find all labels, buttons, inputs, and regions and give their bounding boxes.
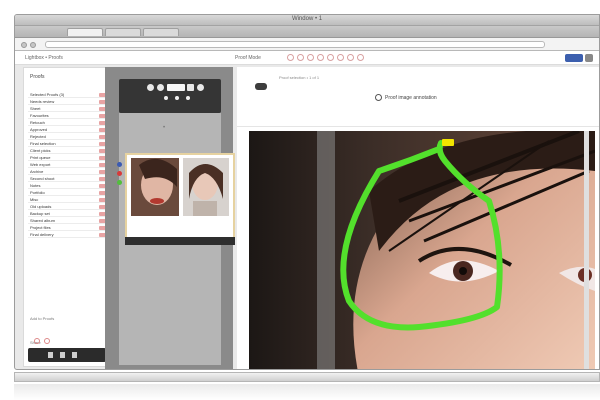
sidebar-title: Proofs <box>30 74 45 80</box>
eraser-icon[interactable] <box>337 54 344 61</box>
label-green-icon[interactable] <box>117 180 122 185</box>
window-reflection <box>14 384 600 400</box>
sidebar-item[interactable]: Sheet <box>28 106 108 112</box>
browser-tab[interactable] <box>105 28 141 36</box>
browser-window: Window • 1 Lightbox • Proofs Proof Mode <box>14 14 600 370</box>
annotation-highlight[interactable] <box>442 139 454 146</box>
sidebar-item[interactable]: Old uploads <box>28 204 108 210</box>
user-badge[interactable] <box>565 54 583 62</box>
viewer-header: Proof selection • 1 of 1 Proof image ann… <box>237 67 599 127</box>
back-button[interactable] <box>255 83 267 90</box>
settings-icon[interactable] <box>197 84 204 91</box>
sidebar-dock <box>28 348 106 362</box>
forward-icon[interactable] <box>30 42 36 48</box>
tab-bar <box>15 26 599 38</box>
app-header: Lightbox • Proofs Proof Mode <box>15 51 599 65</box>
sidebar-item[interactable]: Notes <box>28 183 108 189</box>
sidebar-item[interactable]: Project files <box>28 225 108 231</box>
thumbnail-caption-bar <box>125 237 235 245</box>
sidebar-item[interactable]: Needs review <box>28 99 108 105</box>
mail-icon[interactable] <box>34 338 40 344</box>
label-blue-icon[interactable] <box>117 162 122 167</box>
sidebar-item[interactable]: Retouch <box>28 120 108 126</box>
grid-icon[interactable] <box>157 84 164 91</box>
phone-icon[interactable] <box>48 352 53 358</box>
sidebar-item[interactable]: Favourites <box>28 113 108 119</box>
sidebar-item[interactable]: Rejected <box>28 134 108 140</box>
breadcrumb[interactable]: Lightbox • Proofs <box>25 55 63 61</box>
sidebar-item[interactable]: Client picks <box>28 148 108 154</box>
counter-pill[interactable] <box>167 84 185 91</box>
screen: Window • 1 Lightbox • Proofs Proof Mode <box>0 0 600 400</box>
sidebar-item[interactable]: Archive <box>28 169 108 175</box>
share-icon[interactable] <box>44 338 50 344</box>
sidebar-item[interactable]: Backup set <box>28 211 108 217</box>
thumbnail-image <box>127 155 233 237</box>
window-title: Window • 1 <box>291 16 323 22</box>
window-status-bar <box>14 372 600 382</box>
sidebar: Proofs Selected Proofs (3) Needs review … <box>23 67 111 367</box>
photo-canvas <box>249 131 595 369</box>
square-icon[interactable] <box>307 54 314 61</box>
sidebar-item[interactable]: Approved <box>28 127 108 133</box>
arrow-icon[interactable] <box>317 54 324 61</box>
signal-icon[interactable] <box>60 352 65 358</box>
circle-icon[interactable] <box>297 54 304 61</box>
sidebar-item[interactable]: Shared album <box>28 218 108 224</box>
text-icon[interactable] <box>327 54 334 61</box>
sidebar-item[interactable]: Misc <box>28 197 108 203</box>
filmstrip-toolbar <box>119 79 221 113</box>
window-titlebar: Window • 1 <box>15 15 599 26</box>
sidebar-item[interactable]: Second shoot <box>28 176 108 182</box>
filmstrip-marker: • <box>163 125 166 131</box>
label-red-icon[interactable] <box>117 171 122 176</box>
proof-thumbnail[interactable] <box>125 153 235 239</box>
viewer-scrollbar[interactable] <box>584 131 589 369</box>
share-icon[interactable] <box>357 54 364 61</box>
viewer-caption: Proof selection • 1 of 1 <box>279 75 320 80</box>
sidebar-item[interactable]: Web export <box>28 162 108 168</box>
next-icon[interactable] <box>187 84 194 91</box>
sidebar-item[interactable]: Final delivery <box>28 232 108 238</box>
pen-icon[interactable] <box>287 54 294 61</box>
prev-icon[interactable] <box>147 84 154 91</box>
viewer-title[interactable]: Proof image annotation <box>385 95 437 101</box>
browser-tab[interactable] <box>143 28 179 36</box>
filmstrip-panel: • <box>105 67 235 369</box>
link-icon[interactable] <box>375 94 382 101</box>
zoom-icon[interactable] <box>347 54 354 61</box>
sidebar-item[interactable]: Portfolio <box>28 190 108 196</box>
annotated-photo[interactable] <box>249 131 595 369</box>
sidebar-item[interactable]: Final selection <box>28 141 108 147</box>
address-bar <box>15 38 599 51</box>
photo-viewer: Proof selection • 1 of 1 Proof image ann… <box>237 67 599 369</box>
status-dot-icon <box>175 96 179 100</box>
sidebar-footer-link[interactable]: Add to Proofs <box>30 316 54 321</box>
mode-label: Proof Mode <box>235 55 261 61</box>
menu-icon[interactable] <box>585 54 593 62</box>
browser-tab[interactable] <box>67 28 103 36</box>
status-dot-icon <box>164 96 168 100</box>
sidebar-item[interactable]: Print queue <box>28 155 108 161</box>
sidebar-item[interactable]: Selected Proofs (3) <box>28 92 108 98</box>
back-icon[interactable] <box>21 42 27 48</box>
status-dot-icon <box>186 96 190 100</box>
url-field[interactable] <box>45 41 545 48</box>
card-icon[interactable] <box>72 352 77 358</box>
